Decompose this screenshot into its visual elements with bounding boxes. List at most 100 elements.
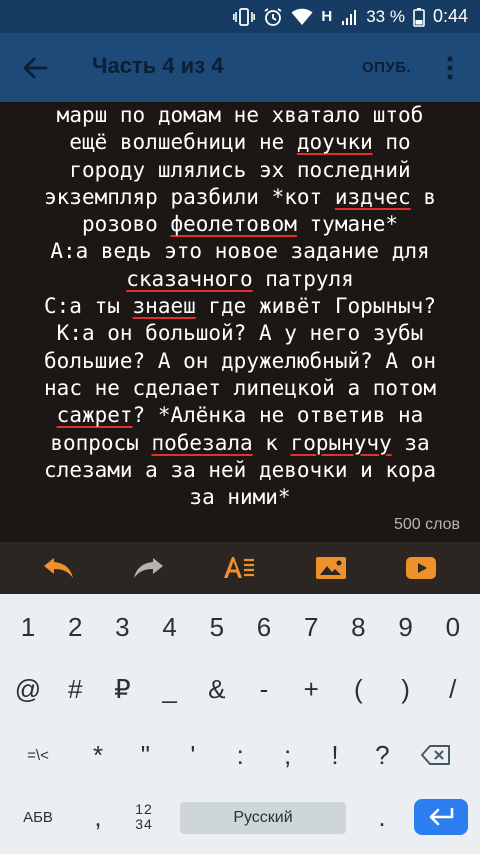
text-segment: розово xyxy=(81,212,171,237)
key-fractions[interactable]: 12 34 xyxy=(122,794,166,840)
text-line: большие? А он дружелюбный? А он xyxy=(8,348,472,375)
text-line: К:а он большой? А у него зубы xyxy=(8,320,472,347)
editor-toolbar xyxy=(0,542,480,594)
key-period[interactable]: . xyxy=(360,794,404,840)
text-segment: К:а он большой? А у него зубы xyxy=(56,321,424,346)
text-line: экземпляр разбили *кот издчес в xyxy=(8,184,472,211)
signal-icon xyxy=(340,8,358,26)
key-symbol-0[interactable]: @ xyxy=(6,666,50,712)
key-digit-9[interactable]: 0 xyxy=(431,604,475,650)
key-digit-1[interactable]: 2 xyxy=(53,604,97,650)
key-symbol-8[interactable]: ) xyxy=(384,666,428,712)
text-line: слезами а за ней девочки и кора xyxy=(8,457,472,484)
text-segment: вопросы xyxy=(50,430,152,455)
key-alphabet[interactable]: АБВ xyxy=(16,794,60,840)
key-punct-2[interactable]: ' xyxy=(171,732,215,778)
text-format-icon[interactable] xyxy=(222,554,256,582)
fraction-bottom: 34 xyxy=(135,816,153,832)
text-line: ещё волшебници не доучки по xyxy=(8,129,472,156)
key-comma[interactable]: , xyxy=(76,794,120,840)
text-line: марш по домам не хватало штоб xyxy=(8,102,472,129)
text-segment: нас не сделает липецкой а потом xyxy=(44,375,436,400)
text-segment: экземпляр разбили *кот xyxy=(44,184,335,209)
text-segment: по xyxy=(372,130,411,155)
key-symbol-2[interactable]: ₽ xyxy=(100,666,144,712)
misspelled-word: сажрет xyxy=(56,403,133,428)
text-segment: большие? А он дружелюбный? А он xyxy=(44,348,436,373)
misspelled-word: сказачного xyxy=(126,266,253,291)
text-segment: ещё волшебници не xyxy=(69,130,297,155)
clock: 0:44 xyxy=(432,6,468,26)
status-bar: H 33 % 0:44 xyxy=(0,0,480,33)
text-segment: А:а ведь это новое задание для xyxy=(50,239,430,264)
back-arrow-icon[interactable] xyxy=(20,53,50,83)
vibrate-icon xyxy=(233,7,256,26)
key-punct-3[interactable]: : xyxy=(218,732,262,778)
backspace-icon[interactable] xyxy=(414,732,458,778)
key-punct-0[interactable]: * xyxy=(76,732,120,778)
text-line: розово феолетовом тумане* xyxy=(8,211,472,238)
key-digit-0[interactable]: 1 xyxy=(6,604,50,650)
key-punct-1[interactable]: " xyxy=(123,732,167,778)
text-line: за ними* xyxy=(8,484,472,511)
key-digit-4[interactable]: 5 xyxy=(195,604,239,650)
key-digit-5[interactable]: 6 xyxy=(242,604,286,650)
text-segment: где живёт Горыныч? xyxy=(195,294,436,319)
redo-icon[interactable] xyxy=(131,554,165,582)
key-symbol-4[interactable]: & xyxy=(195,666,239,712)
keyboard: 1234567890 @ # ₽ _ & - +() / =\< * " ':;!? АБВ , … xyxy=(0,594,480,854)
key-punct-4[interactable]: ; xyxy=(266,732,310,778)
space-bar[interactable]: Русский xyxy=(180,802,346,834)
key-digit-2[interactable]: 3 xyxy=(100,604,144,650)
text-segment: за ними* xyxy=(189,485,291,510)
alarm-icon xyxy=(263,7,283,27)
misspelled-word: феолетовом xyxy=(170,212,297,237)
wifi-icon xyxy=(291,8,313,26)
insert-video-icon[interactable] xyxy=(404,554,438,582)
text-segment: марш по домам не хватало штоб xyxy=(56,103,424,127)
key-symbol-6[interactable]: + xyxy=(289,666,333,712)
key-symbol-9[interactable]: / xyxy=(431,666,475,712)
text-line: сажрет? *Алёнка не ответив на xyxy=(8,402,472,429)
text-line: нас не сделает липецкой а потом xyxy=(8,375,472,402)
text-segment: слезами а за ней девочки и кора xyxy=(44,457,436,482)
misspelled-word: горынучу xyxy=(290,430,392,455)
text-segment: к xyxy=(252,430,291,455)
text-line: городу шлялись эх последний xyxy=(8,157,472,184)
text-line: А:а ведь это новое задание для xyxy=(8,238,472,265)
key-digit-3[interactable]: 4 xyxy=(148,604,192,650)
text-segment: городу шлялись эх последний xyxy=(69,157,411,182)
key-digit-6[interactable]: 7 xyxy=(289,604,333,650)
text-segment: ? *Алёнка не ответив на xyxy=(132,403,424,428)
app-bar: Часть 4 из 4 ОПУБ. xyxy=(0,33,480,102)
key-symbol-3[interactable]: _ xyxy=(148,666,192,712)
editor-text[interactable]: марш по домам не хватало штоб ещё волшебн… xyxy=(8,102,472,511)
fraction-top: 12 xyxy=(135,801,153,817)
word-count: 500 слов xyxy=(393,516,460,533)
key-digit-8[interactable]: 9 xyxy=(384,604,428,650)
battery-percent: 33 % xyxy=(366,6,405,26)
misspelled-word: доучки xyxy=(296,130,373,155)
enter-icon xyxy=(429,807,454,826)
page-title: Часть 4 из 4 xyxy=(92,53,224,78)
misspelled-word: издчес xyxy=(334,184,411,209)
publish-button[interactable]: ОПУБ. xyxy=(362,59,411,76)
text-line: С:а ты знаеш где живёт Горыныч? xyxy=(8,293,472,320)
battery-icon xyxy=(413,7,425,27)
undo-icon[interactable] xyxy=(42,554,76,582)
key-symbols-switch[interactable]: =\< xyxy=(16,732,60,778)
more-vert-icon[interactable] xyxy=(444,53,456,83)
key-punct-6[interactable]: ? xyxy=(360,732,404,778)
key-symbol-1[interactable]: # xyxy=(53,666,97,712)
misspelled-word: побезала xyxy=(151,430,253,455)
key-punct-5[interactable]: ! xyxy=(313,732,357,778)
key-digit-7[interactable]: 8 xyxy=(336,604,380,650)
enter-button[interactable] xyxy=(414,799,468,835)
key-symbol-5[interactable]: - xyxy=(242,666,286,712)
text-segment: тумане* xyxy=(296,212,399,237)
text-segment: за xyxy=(391,430,430,455)
text-editor[interactable]: марш по домам не хватало штоб ещё волшебн… xyxy=(0,102,480,542)
network-type-label: H xyxy=(321,8,333,25)
key-symbol-7[interactable]: ( xyxy=(336,666,380,712)
insert-image-icon[interactable] xyxy=(314,554,348,582)
